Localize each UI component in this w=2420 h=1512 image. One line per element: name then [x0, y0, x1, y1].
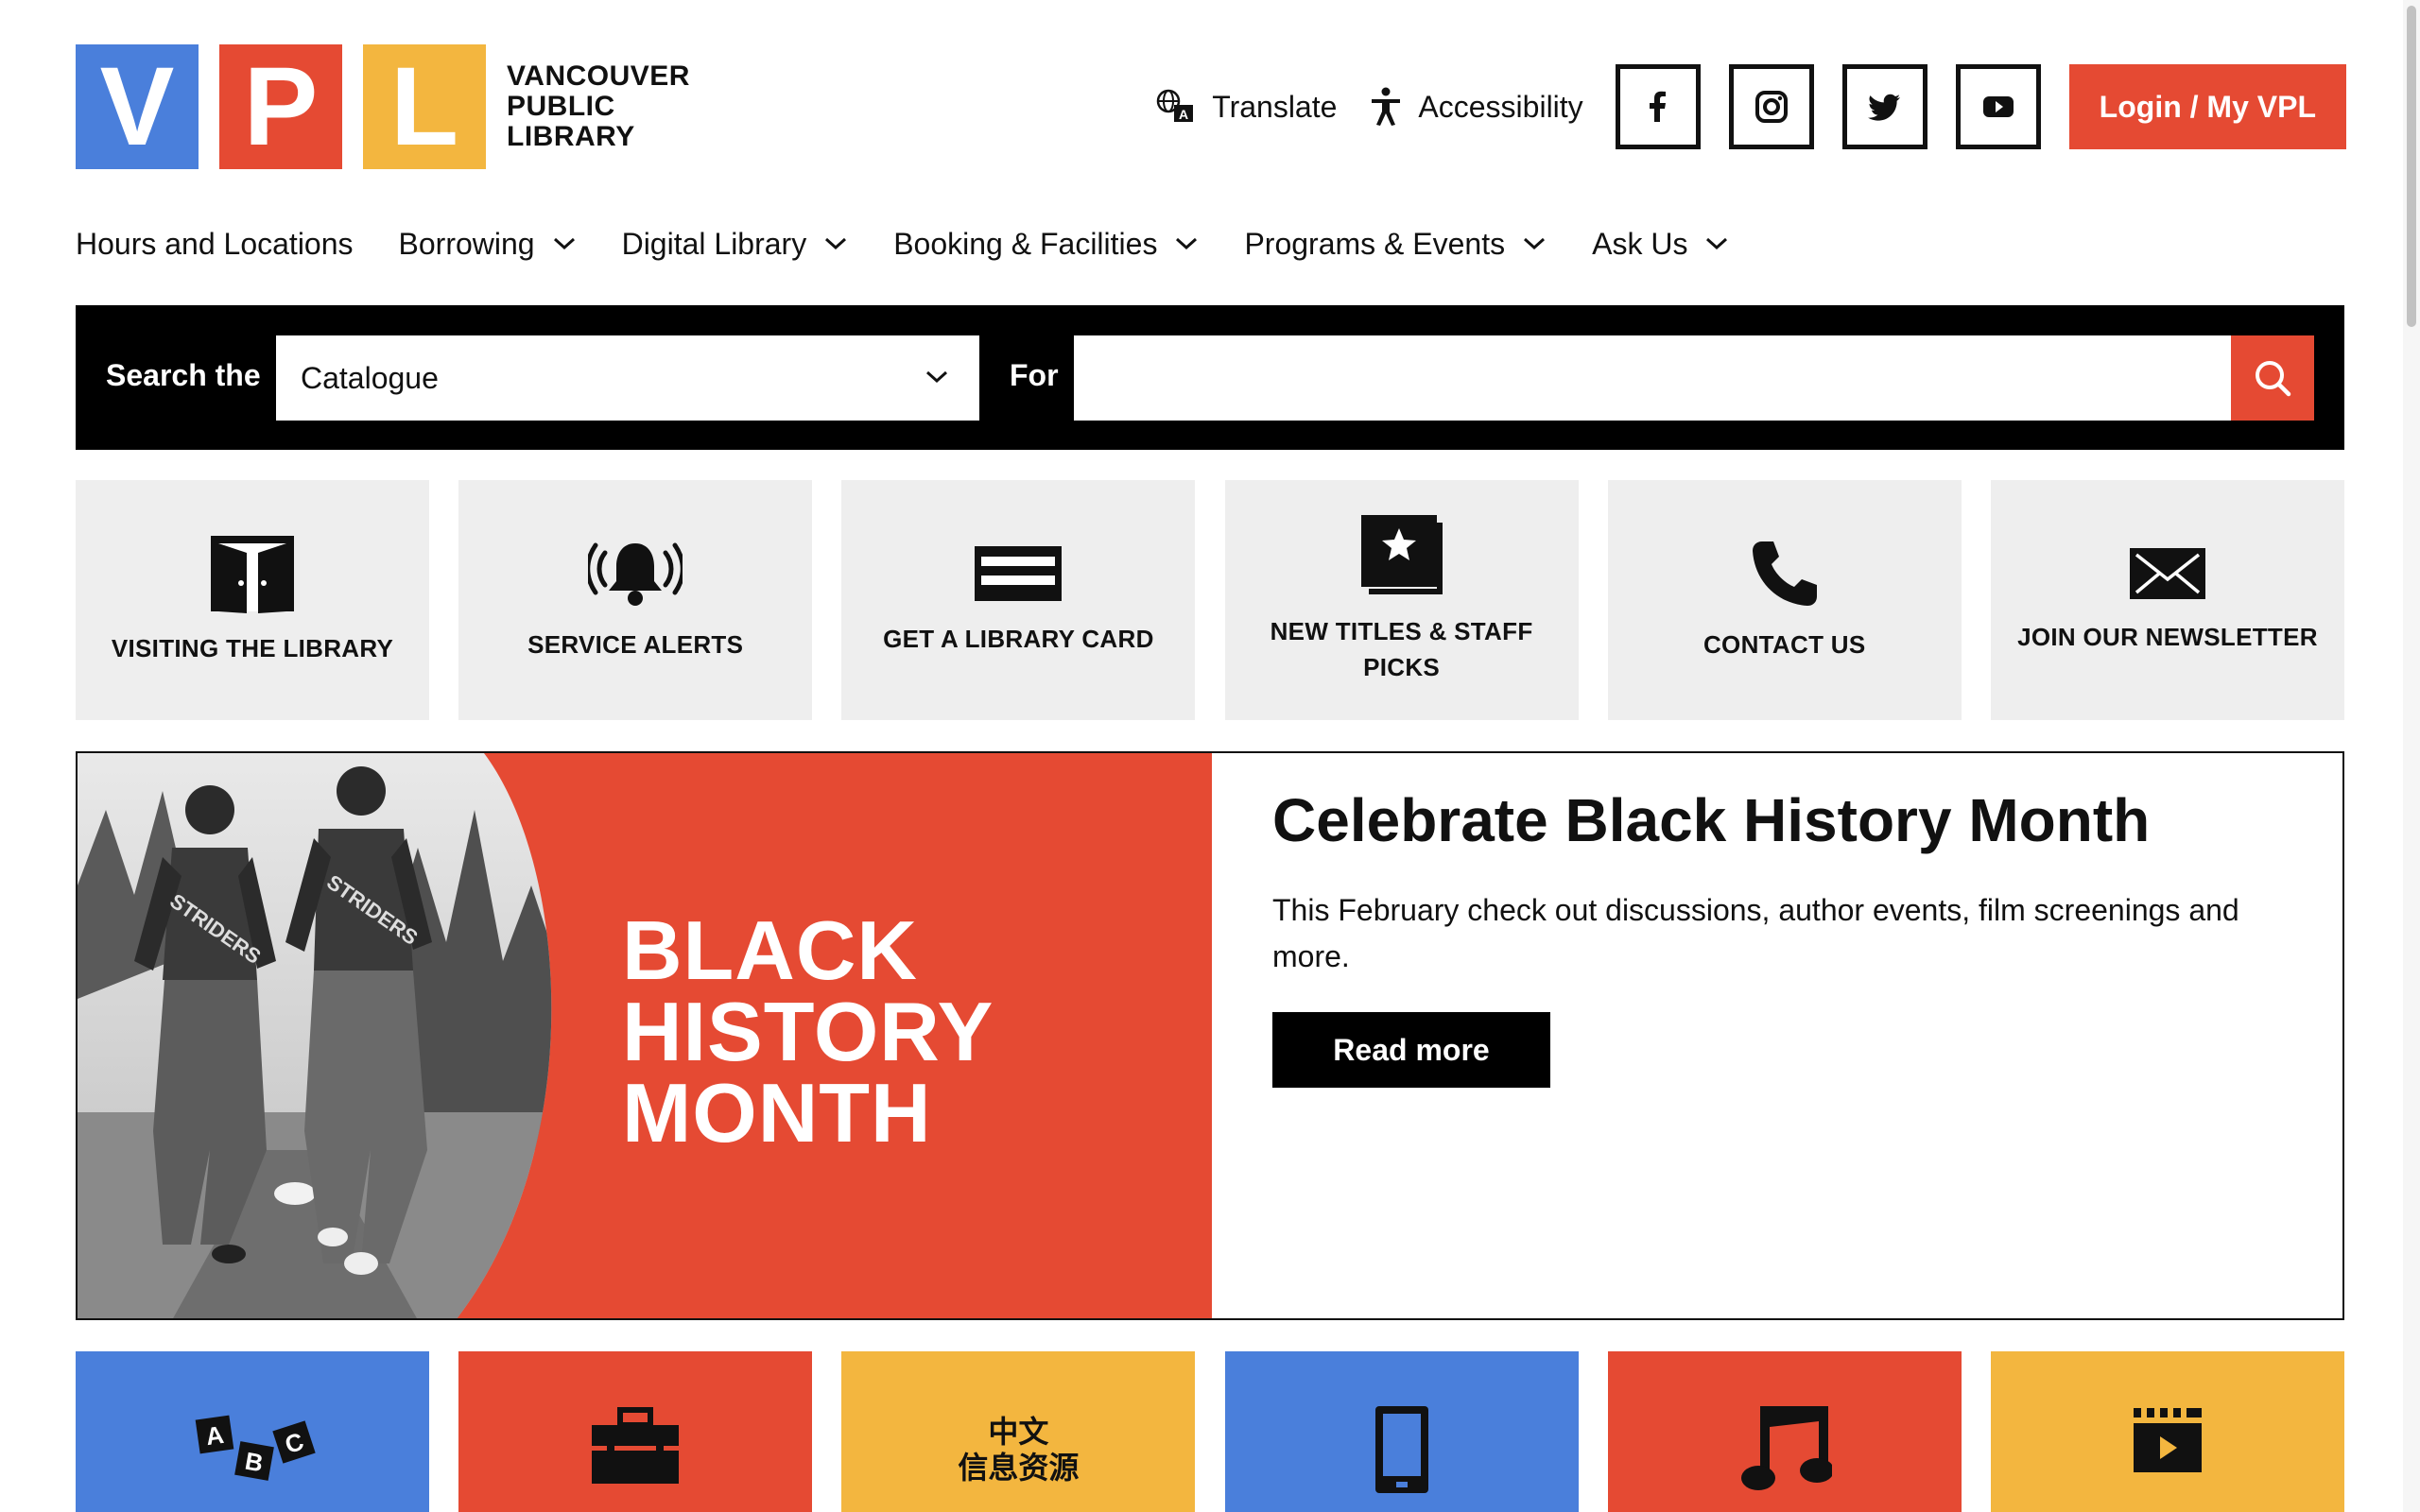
book-star-icon	[1360, 515, 1443, 594]
toolbox-icon	[592, 1407, 680, 1484]
logo-letter-v: V	[76, 44, 199, 169]
quick-link-label: VISITING THE LIBRARY	[111, 634, 394, 662]
chevron-down-icon	[825, 237, 847, 250]
quick-link-new-titles-staff-picks[interactable]: NEW TITLES & STAFF PICKS	[1224, 480, 1579, 720]
quick-link-contact-us[interactable]: CONTACT US	[1607, 480, 1962, 720]
facebook-link[interactable]	[1615, 64, 1701, 149]
logo-name-line: PUBLIC	[507, 91, 615, 122]
twitter-link[interactable]	[1841, 64, 1927, 149]
translate-label: Translate	[1212, 89, 1338, 124]
quick-link-label: JOIN OUR NEWSLETTER	[2017, 623, 2318, 651]
envelope-icon	[2129, 548, 2205, 599]
quick-link-label: GET A LIBRARY CARD	[883, 625, 1154, 653]
logo-name-line: LIBRARY	[507, 121, 635, 152]
chevron-down-icon	[1524, 237, 1546, 250]
logo-name: VANCOUVER PUBLIC LIBRARY	[507, 61, 690, 152]
door-icon	[211, 536, 294, 613]
chevron-down-icon	[553, 237, 575, 250]
search-icon	[2256, 361, 2291, 397]
library-card-icon	[975, 546, 1063, 601]
search-bar: Search the Catalogue For	[76, 305, 2344, 450]
logo-letter-l: L	[363, 44, 486, 169]
nav-item-label: Borrowing	[398, 226, 535, 261]
twitter-icon	[1867, 94, 1900, 121]
chevron-down-icon	[1706, 237, 1728, 250]
accessibility-link[interactable]: Accessibility	[1369, 87, 1583, 127]
search-scope-value: Catalogue	[301, 360, 439, 395]
feature-image[interactable]: STRIDERS STRIDERS BLACK HISTORY MONTH	[78, 753, 1212, 1318]
search-input[interactable]	[1074, 335, 2276, 421]
accessibility-label: Accessibility	[1418, 89, 1583, 124]
search-button[interactable]	[2231, 335, 2314, 421]
page-scrollbar[interactable]	[2403, 0, 2420, 1512]
quick-link-join-our-newsletter[interactable]: JOIN OUR NEWSLETTER	[1990, 480, 2344, 720]
banner-heading-line: MONTH	[622, 1066, 932, 1160]
chinese-line: 信息资源	[958, 1451, 1080, 1485]
nav-item-digital-library[interactable]: Digital Library	[622, 227, 849, 262]
youtube-link[interactable]	[1955, 64, 2041, 149]
accessibility-icon	[1372, 87, 1401, 126]
category-tiles: A B C 中文 信息资源	[76, 1351, 2344, 1512]
instagram-link[interactable]	[1728, 64, 1814, 149]
category-tile-film[interactable]	[1990, 1351, 2344, 1512]
abc-blocks-icon: A B C	[195, 1415, 316, 1481]
svg-text:A: A	[1179, 107, 1188, 122]
quick-link-service-alerts[interactable]: SERVICE ALERTS	[458, 480, 813, 720]
read-more-button[interactable]: Read more	[1272, 1012, 1550, 1088]
header-utilities: A Translate Accessibility Login / My VPL	[1155, 64, 2346, 149]
chinese-line: 中文	[988, 1415, 1049, 1449]
feature-description: This February check out discussions, aut…	[1272, 893, 2239, 973]
banner-heading-line: HISTORY	[622, 985, 994, 1078]
search-for-label: For	[1010, 358, 1059, 392]
chinese-text-icon: 中文 信息资源	[958, 1414, 1079, 1486]
search-scope-select[interactable]: Catalogue	[276, 335, 979, 421]
feature-content: Celebrate Black History Month This Febru…	[1212, 753, 2342, 1318]
nav-item-label: Hours and Locations	[76, 226, 354, 261]
nav-item-label: Booking & Facilities	[893, 226, 1158, 261]
translate-icon: A	[1156, 89, 1194, 122]
translate-link[interactable]: A Translate	[1155, 88, 1337, 126]
mobile-phone-icon	[1374, 1406, 1428, 1493]
quick-link-visiting-the-library[interactable]: VISITING THE LIBRARY	[76, 480, 429, 720]
main-nav: Hours and Locations Borrowing Digital Li…	[76, 219, 1774, 268]
nav-item-label: Programs & Events	[1244, 226, 1506, 261]
quick-link-get-a-library-card[interactable]: GET A LIBRARY CARD	[841, 480, 1196, 720]
logo-letter-p: P	[219, 44, 342, 169]
quick-links: VISITING THE LIBRARY SERVICE ALERTS GET …	[76, 480, 2344, 720]
featured-banner: STRIDERS STRIDERS BLACK HISTORY MONTH Ce…	[76, 751, 2344, 1320]
quick-link-label: SERVICE ALERTS	[527, 630, 744, 659]
category-tile-music[interactable]	[1607, 1351, 1962, 1512]
chevron-down-icon	[1176, 237, 1198, 250]
nav-item-label: Digital Library	[621, 226, 807, 261]
nav-item-programs-events[interactable]: Programs & Events	[1244, 227, 1547, 262]
category-tile-mobile[interactable]	[1224, 1351, 1579, 1512]
banner-heading: BLACK HISTORY MONTH	[622, 903, 994, 1160]
search-the-label: Search the	[106, 358, 261, 392]
logo-name-line: VANCOUVER	[507, 60, 690, 92]
nav-item-booking-facilities[interactable]: Booking & Facilities	[893, 227, 1199, 262]
page: V P L VANCOUVER PUBLIC LIBRARY A Transla…	[0, 0, 2420, 1512]
nav-item-borrowing[interactable]: Borrowing	[399, 227, 577, 262]
facebook-icon	[1649, 91, 1666, 122]
nav-item-label: Ask Us	[1592, 226, 1688, 261]
feature-title[interactable]: Celebrate Black History Month	[1272, 785, 2284, 855]
film-clapper-icon	[2133, 1408, 2202, 1472]
scrollbar-thumb[interactable]	[2407, 6, 2416, 327]
category-tile-chinese-resources[interactable]: 中文 信息资源	[841, 1351, 1196, 1512]
category-tile-toolbox[interactable]	[458, 1351, 813, 1512]
music-note-icon	[1740, 1406, 1832, 1490]
nav-item-ask-us[interactable]: Ask Us	[1592, 227, 1729, 262]
quick-link-label: CONTACT US	[1703, 630, 1866, 659]
bell-alert-icon	[588, 542, 683, 606]
instagram-icon	[1754, 91, 1788, 123]
login-button[interactable]: Login / My VPL	[2068, 64, 2346, 149]
chevron-down-icon	[925, 370, 948, 384]
banner-heading-line: BLACK	[622, 903, 918, 997]
youtube-icon	[1982, 96, 2014, 117]
category-tile-abc[interactable]: A B C	[76, 1351, 429, 1512]
phone-icon	[1752, 541, 1817, 606]
vpl-logo[interactable]: V P L VANCOUVER PUBLIC LIBRARY	[76, 44, 690, 169]
nav-item-hours-and-locations[interactable]: Hours and Locations	[76, 227, 354, 262]
quick-link-label: NEW TITLES & STAFF PICKS	[1270, 617, 1533, 681]
